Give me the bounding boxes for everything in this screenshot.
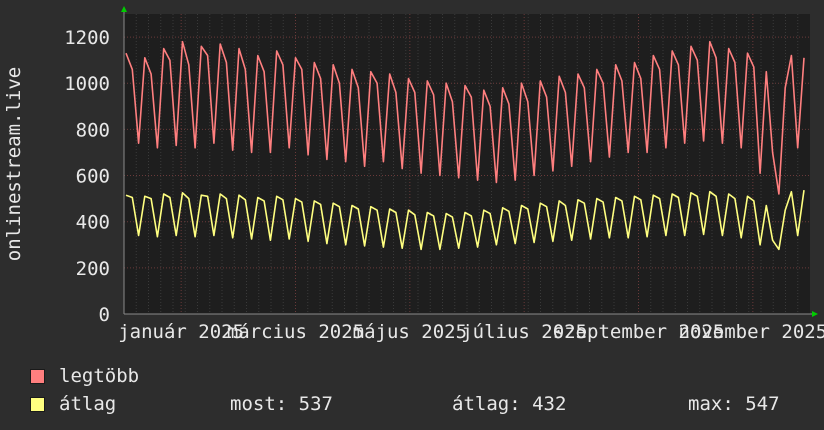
x-tick-label: november 2025 [678, 321, 824, 343]
legend-item-legtobb: legtöbb [30, 362, 810, 390]
stat-atlag-value: 432 [532, 393, 567, 415]
stat-atlag-label: átlag: [452, 393, 521, 415]
y-tick-label: 400 [76, 212, 110, 234]
x-axis-ticks: január 2025március 2025május 2025július … [118, 321, 824, 343]
x-tick-label: május 2025 [353, 321, 467, 343]
stat-most-value: 537 [298, 393, 333, 415]
legend-swatch-atlag [30, 396, 45, 412]
stat-max: max: 547 [688, 393, 780, 415]
y-tick-label: 1200 [64, 27, 110, 49]
y-tick-label: 1000 [64, 73, 110, 95]
legend-item-atlag: átlag most: 537 átlag: 432 max: 547 [30, 390, 810, 418]
y-axis-ticks: 0 200 400 600 800 1000 1200 [64, 27, 110, 326]
x-tick-label: március 2025 [227, 321, 364, 343]
legend-swatch-legtobb [30, 368, 45, 384]
y-axis-arrow [121, 6, 127, 12]
y-axis-label: onlinestream.live [3, 67, 25, 261]
y-tick-label: 200 [76, 258, 110, 280]
x-tick-label: január 2025 [118, 321, 244, 343]
stat-max-value: 547 [745, 393, 780, 415]
stat-atlag: átlag: 432 [452, 393, 566, 415]
legend: legtöbb átlag most: 537 átlag: 432 max: … [30, 362, 810, 418]
stat-max-label: max: [688, 393, 734, 415]
y-tick-label: 800 [76, 119, 110, 141]
legend-label-atlag: átlag [59, 393, 117, 415]
stat-most-label: most: [230, 393, 288, 415]
y-tick-label: 0 [99, 304, 110, 326]
stat-most: most: 537 [230, 393, 333, 415]
legend-label-legtobb: legtöbb [59, 365, 140, 387]
y-tick-label: 600 [76, 166, 110, 188]
x-axis-arrow [812, 311, 818, 317]
